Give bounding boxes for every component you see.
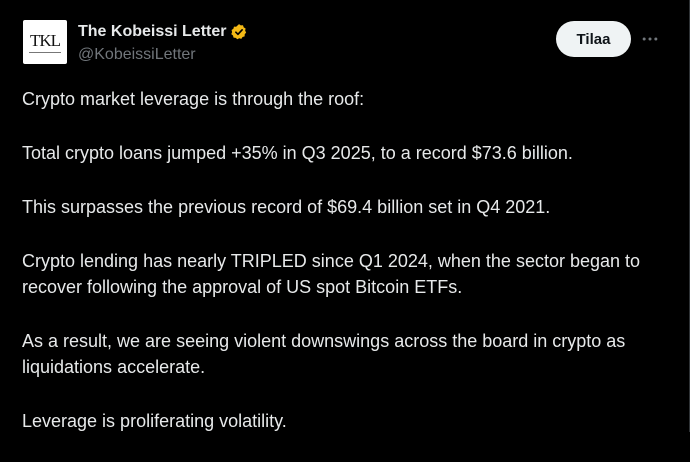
follow-button[interactable]: Tilaa [556,21,631,57]
tweet-paragraph: This surpasses the previous record of $6… [22,197,551,217]
more-options-button[interactable] [638,28,662,50]
tweet-paragraph: Total crypto loans jumped +35% in Q3 202… [22,143,573,163]
avatar-logo-rule [29,51,61,53]
tweet-paragraph: Crypto lending has nearly TRIPLED since … [22,251,641,297]
verified-badge-icon [230,23,248,41]
avatar[interactable]: TKL [23,20,67,64]
tweet-paragraph: Leverage is proliferating volatility. [22,411,287,431]
more-horizontal-icon [642,37,658,41]
tweet-paragraph: As a result, we are seeing violent downs… [22,331,626,377]
tweet-card: TKL The Kobeissi Letter @KobeissiLetter … [0,0,690,432]
tweet-text: Crypto market leverage is through the ro… [22,86,672,462]
author-display-name[interactable]: The Kobeissi Letter [78,22,226,42]
author-name-row[interactable]: The Kobeissi Letter [78,22,248,42]
tweet-paragraph: Crypto market leverage is through the ro… [22,89,365,109]
avatar-logo-text: TKL [29,30,61,50]
author-handle[interactable]: @KobeissiLetter [78,45,196,65]
